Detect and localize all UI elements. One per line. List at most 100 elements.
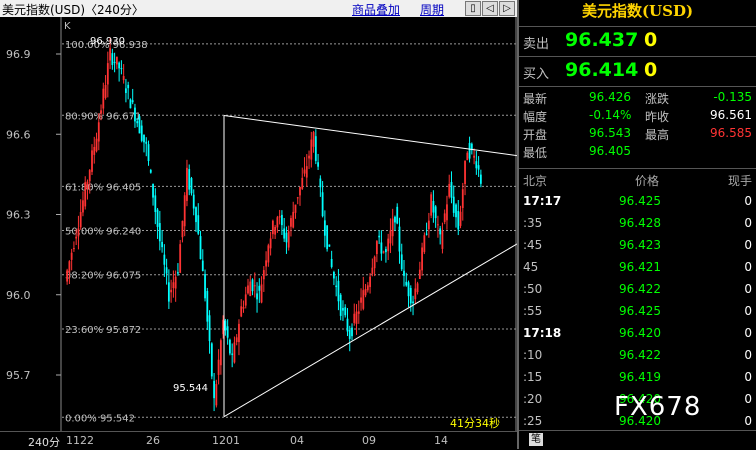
candle-body (403, 270, 405, 276)
candle-body (206, 291, 209, 322)
candle-body (281, 214, 283, 226)
candle-body (299, 186, 301, 196)
candle-body (258, 285, 261, 291)
candle-body (414, 288, 417, 300)
tick-price: 96.428 (619, 216, 661, 230)
y-tick-label: 96.3 (6, 209, 31, 222)
candle-body (337, 280, 340, 302)
candle-body (330, 259, 333, 267)
buy-row: 买入 96.414 0 (519, 56, 756, 85)
candle-body (154, 195, 157, 213)
candle-body (267, 245, 270, 263)
stat-label: 昨收 (645, 110, 670, 124)
candle-body (328, 244, 331, 247)
candle-body (369, 276, 371, 288)
tick-price: 96.421 (619, 260, 661, 274)
candle-body (357, 311, 360, 314)
candle-body (269, 238, 272, 249)
candle-body (97, 122, 100, 142)
candle-body (127, 84, 130, 89)
candle-body (93, 146, 96, 155)
candle-body (412, 301, 414, 304)
candle-body (416, 283, 419, 293)
nav-prev-button[interactable]: ◁ (482, 1, 498, 16)
candle-body (152, 183, 154, 198)
candle-body (339, 294, 342, 316)
candle-body (204, 274, 206, 299)
nav-next-button[interactable]: ▷ (499, 1, 515, 16)
candle-body (217, 359, 220, 375)
candle-body (77, 228, 80, 237)
tick-volume: 0 (744, 260, 752, 274)
candle-body (149, 170, 152, 173)
candle-body (335, 285, 338, 288)
candle-body (163, 254, 166, 265)
stat-label: 幅度 (523, 110, 548, 124)
candle-body (145, 141, 148, 144)
overlay-link[interactable]: 商品叠加 (352, 1, 400, 18)
candle-body (446, 204, 448, 221)
candle-body (398, 226, 401, 252)
tick-row: :50 96.422 0 (519, 278, 756, 300)
date-tick: 1201 (212, 434, 240, 447)
candle-body (219, 340, 222, 366)
candle-body (186, 167, 188, 201)
watermark: FX678 (614, 392, 702, 422)
date-tick: 14 (434, 434, 448, 447)
candle-body (360, 297, 362, 303)
quote-title: 美元指数(USD) (581, 2, 694, 20)
candle-body (355, 311, 358, 324)
period-link[interactable]: 周期 (420, 1, 444, 18)
tick-time: 17:17 (523, 194, 562, 208)
candle-body (464, 160, 466, 184)
tick-row: :15 96.419 0 (519, 366, 756, 388)
ticks-time-header: 北京 (523, 174, 548, 188)
tick-time: :25 (523, 414, 543, 428)
candle-body (450, 182, 453, 198)
candle-body (102, 88, 105, 109)
pen-button[interactable]: 笔 (529, 433, 543, 446)
tick-time: :55 (523, 304, 543, 318)
candle-body (301, 177, 304, 189)
countdown-label: 41分34秒 (450, 416, 500, 430)
candle-body (75, 236, 78, 239)
k-label: K (64, 21, 71, 32)
candle-body (274, 226, 277, 235)
candle-body (423, 235, 426, 253)
tick-row: 17:18 96.420 0 (519, 322, 756, 344)
tick-volume: 0 (744, 304, 752, 318)
ticks-price-header: 价格 (635, 174, 660, 188)
candle-body (466, 152, 469, 161)
candle (179, 239, 182, 274)
candlestick-chart[interactable]: 100.00% 96.93880.90% 96.67161.80% 96.405… (0, 17, 517, 431)
candle-body (165, 267, 168, 274)
panel-footer: 笔 (519, 430, 756, 450)
high-value: 96.585 (710, 126, 752, 140)
latest-value: 96.426 (589, 90, 631, 104)
tick-volume: 0 (744, 392, 752, 406)
nav-expand-button[interactable]: ▯ (465, 1, 481, 16)
candle-body (147, 144, 150, 161)
candle-body (461, 189, 464, 208)
candle-body (231, 353, 234, 355)
candle-body (285, 232, 288, 243)
candle-body (177, 272, 179, 274)
tick-time: :45 (523, 238, 543, 252)
candle-body (434, 206, 437, 219)
stat-label: 最新 (523, 92, 548, 106)
buy-label: 买入 (523, 67, 550, 82)
candle-body (106, 63, 109, 85)
tick-row: :55 96.425 0 (519, 300, 756, 322)
prev-close-value: 96.561 (710, 108, 752, 122)
candle-body (473, 155, 475, 158)
candle-body (303, 169, 306, 174)
candle-body (477, 165, 480, 170)
candle-body (167, 282, 170, 302)
candle-body (378, 235, 381, 238)
candle-body (351, 327, 353, 337)
fib-label: 61.80% 96.405 (65, 182, 141, 193)
candle (210, 342, 213, 380)
candle-body (290, 218, 292, 227)
candle-body (122, 76, 125, 81)
sell-label: 卖出 (523, 37, 550, 52)
